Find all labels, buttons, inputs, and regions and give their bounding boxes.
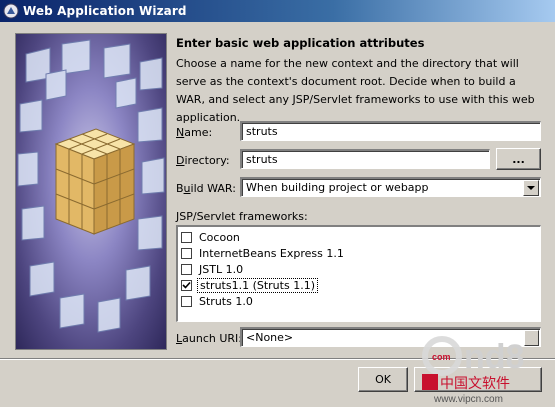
name-input[interactable]: struts xyxy=(240,121,541,141)
wizard-app-icon xyxy=(3,3,19,19)
framework-item-internetbeans[interactable]: InternetBeans Express 1.1 xyxy=(181,245,346,261)
launch-uri-select[interactable]: <None> xyxy=(240,327,541,347)
framework-checkbox[interactable] xyxy=(181,263,192,275)
chevron-down-icon[interactable] xyxy=(523,180,539,196)
build-war-selected-value: When building project or webapp xyxy=(246,181,429,194)
title-bar[interactable]: Web Application Wizard xyxy=(0,0,555,22)
cancel-button[interactable] xyxy=(414,367,542,392)
chevron-down-icon[interactable] xyxy=(524,330,539,346)
framework-item-jstl[interactable]: JSTL 1.0 xyxy=(181,261,245,277)
name-label-text: ame: xyxy=(184,126,213,139)
build-war-label-text: ild WAR: xyxy=(190,182,236,195)
framework-checkbox[interactable] xyxy=(181,247,192,259)
button-bar-divider xyxy=(0,358,555,360)
window-title: Web Application Wizard xyxy=(23,4,187,18)
page-description: Choose a name for the new context and th… xyxy=(176,57,535,124)
svg-text:com: com xyxy=(432,352,451,362)
framework-item-struts11[interactable]: struts1.1 (Struts 1.1) xyxy=(181,277,318,293)
browse-directory-button[interactable]: ... xyxy=(496,148,541,170)
framework-item-struts10[interactable]: Struts 1.0 xyxy=(181,293,255,309)
framework-item-label: struts1.1 (Struts 1.1) xyxy=(197,277,318,293)
svg-text:www.vipcn.com: www.vipcn.com xyxy=(433,394,503,404)
directory-label-text: irectory: xyxy=(184,154,230,167)
launch-uri-label: Launch URI: xyxy=(176,332,242,345)
framework-item-label: InternetBeans Express 1.1 xyxy=(199,246,344,260)
name-label-mnemonic: N xyxy=(176,126,185,139)
build-war-label-mnemonic: u xyxy=(183,182,191,195)
framework-item-label: Cocoon xyxy=(199,230,240,244)
build-war-label: Build WAR: xyxy=(176,182,236,195)
framework-item-label: Struts 1.0 xyxy=(199,294,253,308)
checkmark-icon xyxy=(182,281,191,289)
ok-button[interactable]: OK xyxy=(358,367,408,392)
page-heading: Enter basic web application attributes xyxy=(176,36,425,50)
directory-input[interactable]: struts xyxy=(240,149,490,169)
build-war-label-prefix: B xyxy=(176,182,184,195)
framework-item-cocoon[interactable]: Cocoon xyxy=(181,229,242,245)
launch-uri-label-text: aunch URI: xyxy=(182,332,242,345)
directory-label: Directory: xyxy=(176,154,230,167)
launch-uri-value: <None> xyxy=(246,331,294,344)
framework-checkbox[interactable] xyxy=(181,231,192,243)
framework-checkbox[interactable] xyxy=(181,295,192,307)
build-war-select[interactable]: When building project or webapp xyxy=(240,177,541,197)
frameworks-list[interactable]: Cocoon InternetBeans Express 1.1 JSTL 1.… xyxy=(176,225,541,322)
framework-checkbox-checked[interactable] xyxy=(181,279,192,291)
name-label: Name: xyxy=(176,126,212,139)
wizard-banner-image xyxy=(15,33,167,350)
frameworks-label: JSP/Servlet frameworks: xyxy=(176,210,308,223)
framework-item-label: JSTL 1.0 xyxy=(199,262,244,276)
